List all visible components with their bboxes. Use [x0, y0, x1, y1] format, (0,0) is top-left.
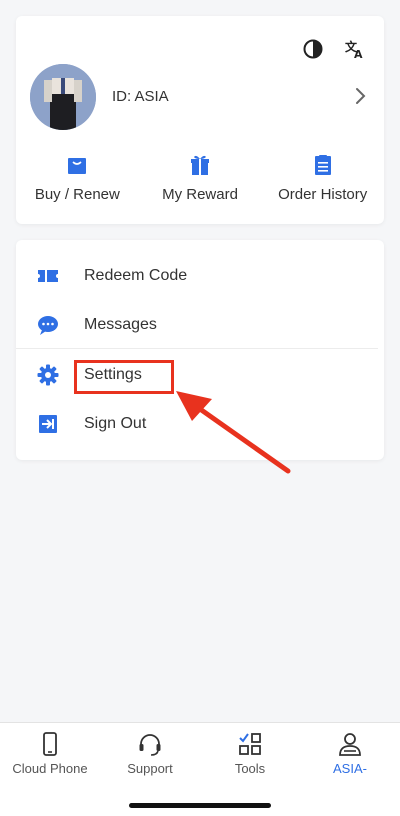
home-indicator — [129, 803, 271, 808]
tools-grid-icon — [239, 733, 261, 755]
quick-action-label: Buy / Renew — [34, 186, 120, 203]
quick-actions: Buy / Renew My Reward Order History — [16, 154, 384, 203]
tab-account[interactable]: ASIA- — [300, 723, 400, 787]
phone-icon — [43, 732, 57, 756]
translate-icon[interactable]: 文 A — [344, 38, 366, 60]
chat-bubble-icon — [38, 316, 58, 335]
menu-item-label: Sign Out — [84, 415, 147, 432]
tab-tools[interactable]: Tools — [200, 723, 300, 787]
sign-out-icon — [39, 415, 57, 433]
gear-icon — [37, 364, 59, 386]
user-id: ID: ASIA — [112, 88, 169, 105]
chevron-right-icon[interactable] — [354, 86, 368, 106]
messages-item[interactable]: Messages — [16, 302, 384, 348]
settings-highlight-box — [74, 360, 174, 394]
menu-item-label: Messages — [84, 316, 157, 333]
tab-bar: Cloud Phone Support Tools ASIA- — [0, 723, 400, 787]
buy-renew-button[interactable]: Buy / Renew — [16, 154, 139, 203]
document-icon — [314, 155, 331, 175]
avatar[interactable] — [30, 64, 96, 130]
tab-cloud-phone[interactable]: Cloud Phone — [0, 723, 100, 787]
menu-divider — [16, 348, 378, 349]
my-reward-button[interactable]: My Reward — [139, 154, 262, 203]
tab-label: ASIA- — [333, 761, 367, 776]
shopping-bag-icon — [68, 158, 87, 174]
tab-label: Support — [127, 761, 173, 776]
gift-icon — [191, 155, 209, 175]
order-history-button[interactable]: Order History — [261, 154, 384, 203]
svg-text:A: A — [354, 48, 363, 60]
tab-support[interactable]: Support — [100, 723, 200, 787]
redeem-code-item[interactable]: Redeem Code — [16, 253, 384, 299]
ticket-icon — [38, 270, 58, 282]
profile-card: 文 A ID: ASIA Buy / Renew My Reward Order… — [16, 16, 384, 224]
bottom-nav: Cloud Phone Support Tools ASIA- — [0, 722, 400, 816]
headset-icon — [139, 734, 161, 756]
account-page: 文 A ID: ASIA Buy / Renew My Reward Order… — [0, 0, 400, 816]
quick-action-label: My Reward — [162, 186, 238, 203]
annotation-arrow-icon — [176, 391, 291, 474]
contrast-icon[interactable] — [302, 38, 324, 60]
top-icons: 文 A — [302, 38, 366, 60]
tab-label: Cloud Phone — [12, 761, 88, 776]
menu-item-label: Redeem Code — [84, 267, 188, 284]
quick-action-label: Order History — [278, 186, 368, 203]
tab-label: Tools — [234, 761, 266, 776]
user-icon — [339, 733, 361, 756]
